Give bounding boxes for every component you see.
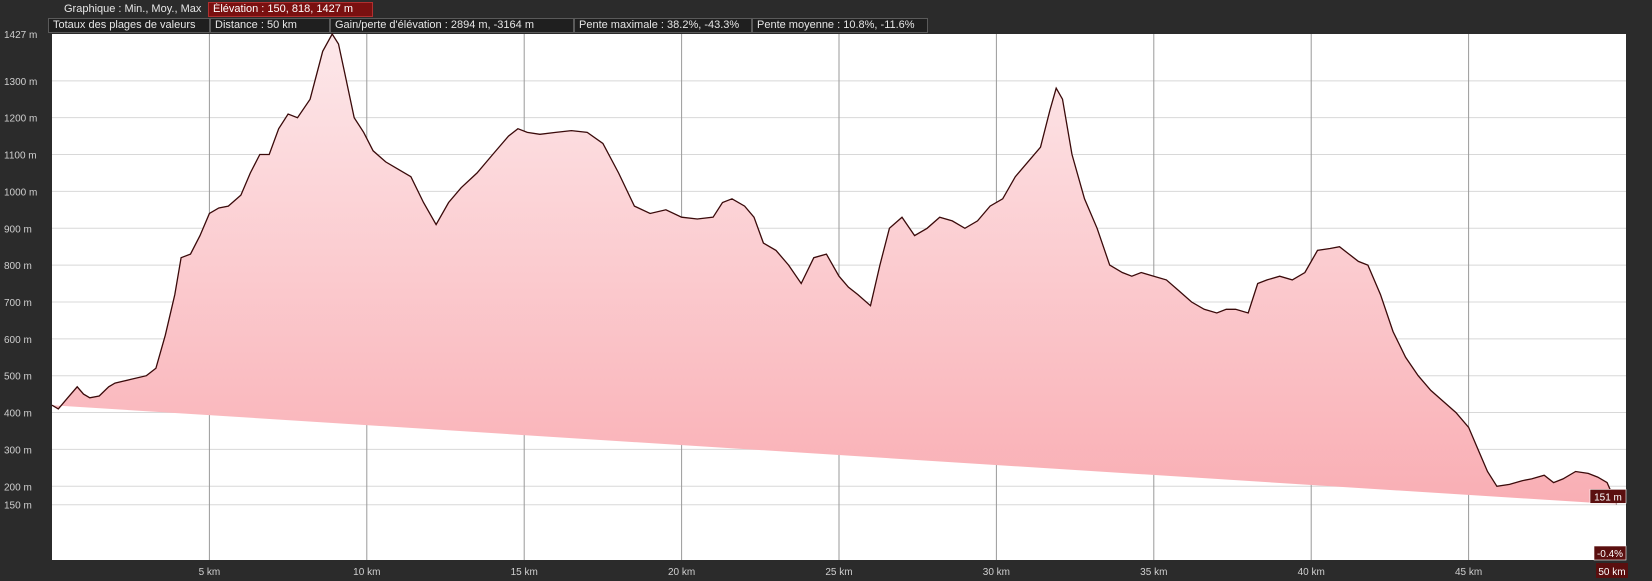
y-tick-label: 700 m <box>4 298 32 309</box>
elevation-profile-chart[interactable]: 150 m 200 m 300 m 400 m 500 m 600 m 700 m 800 m… <box>0 0 1652 581</box>
y-tick-label: 900 m <box>4 224 32 235</box>
y-tick-label: 1300 m <box>4 77 37 88</box>
y-tick-label: 1427 m <box>4 30 37 41</box>
x-tick-label: 50 km <box>1598 567 1625 578</box>
y-tick-label: 1200 m <box>4 114 37 125</box>
y-tick-label: 400 m <box>4 409 32 420</box>
y-tick-label: 150 m <box>4 501 32 512</box>
y-axis-ticks: 150 m 200 m 300 m 400 m 500 m 600 m 700 m 800 m… <box>4 30 37 512</box>
y-tick-label: 200 m <box>4 482 32 493</box>
current-slope-label: -0.4% <box>1597 549 1623 560</box>
x-axis-ticks: 5 km 10 km 15 km 20 km 25 km 30 km 35 km 40 km 4… <box>199 567 1483 578</box>
y-tick-label: 1000 m <box>4 187 37 198</box>
y-tick-label: 600 m <box>4 335 32 346</box>
y-tick-label: 800 m <box>4 261 32 272</box>
x-tick-label: 35 km <box>1140 567 1167 578</box>
x-tick-label: 10 km <box>353 567 380 578</box>
x-tick-label: 15 km <box>511 567 538 578</box>
x-tick-label: 30 km <box>983 567 1010 578</box>
x-tick-label: 20 km <box>668 567 695 578</box>
x-tick-label: 45 km <box>1455 567 1482 578</box>
y-tick-label: 500 m <box>4 372 32 383</box>
x-tick-label: 40 km <box>1298 567 1325 578</box>
y-tick-label: 1100 m <box>4 151 37 162</box>
y-tick-label: 300 m <box>4 445 32 456</box>
x-tick-label: 5 km <box>199 567 221 578</box>
current-elevation-label: 151 m <box>1594 492 1622 503</box>
x-tick-label: 25 km <box>825 567 852 578</box>
